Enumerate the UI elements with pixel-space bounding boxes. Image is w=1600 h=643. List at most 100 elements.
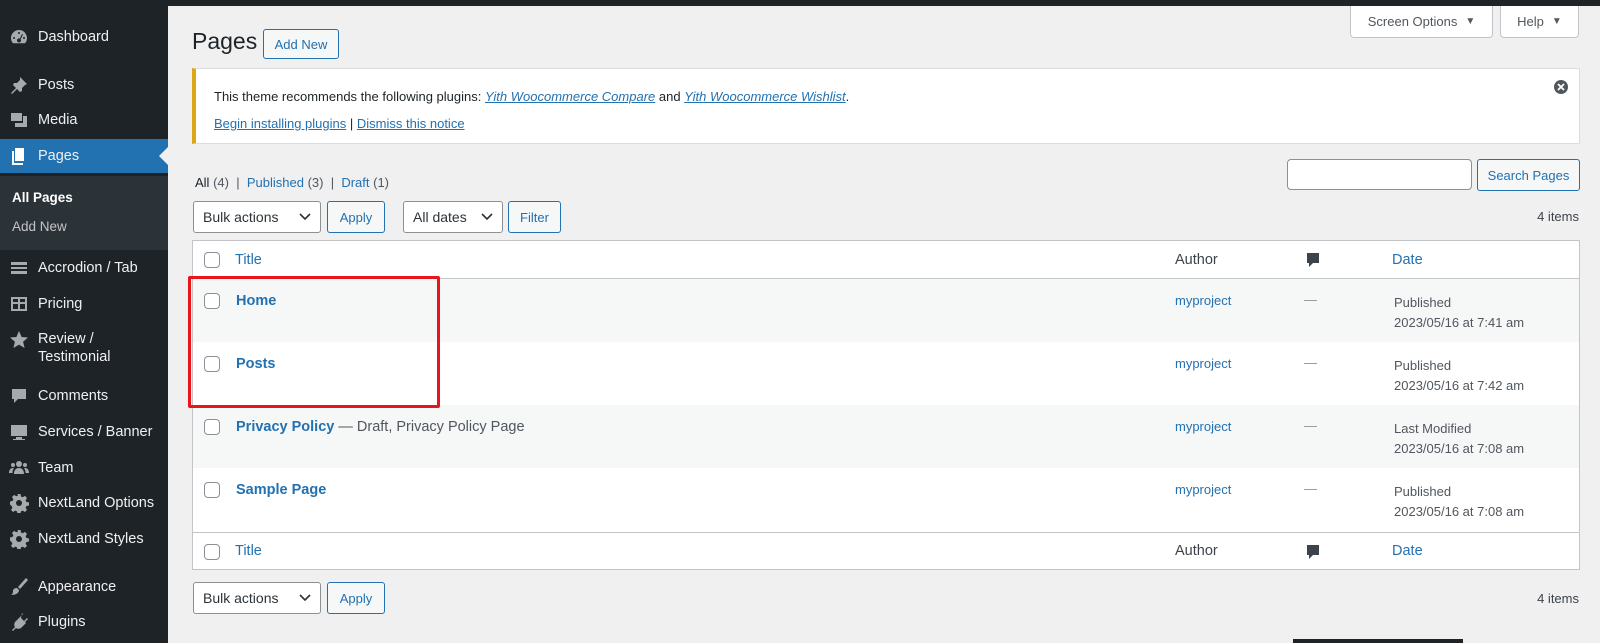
highlight-box [188, 276, 440, 408]
begin-installing-link[interactable]: Begin installing plugins [214, 116, 346, 131]
sidebar-item-dashboard[interactable]: Dashboard [0, 20, 168, 54]
row-author-link[interactable]: myproject [1175, 356, 1231, 371]
sidebar-item-nextland-styles[interactable]: NextLand Styles [0, 522, 168, 556]
filter-draft[interactable]: Draft [341, 175, 369, 190]
sidebar-item-label: Services / Banner [38, 424, 153, 440]
items-count-bottom: 4 items [1537, 591, 1579, 606]
sidebar-item-pricing[interactable]: Pricing [0, 287, 168, 321]
bulk-actions-label: Bulk actions [203, 590, 279, 606]
filter-all-count: (4) [213, 175, 229, 190]
row-date: Published 2023/05/16 at 7:41 am [1394, 293, 1524, 333]
row-status: Published [1394, 358, 1452, 373]
column-title-header[interactable]: Title [235, 252, 262, 268]
sidebar-item-plugins[interactable]: Plugins [0, 605, 168, 639]
submenu-all-pages[interactable]: All Pages [12, 190, 73, 205]
brush-icon [9, 577, 29, 597]
column-author-header: Author [1175, 252, 1218, 268]
sidebar-item-posts[interactable]: Posts [0, 68, 168, 102]
sidebar-item-review-testimonial[interactable]: Review / Testimonial [0, 326, 168, 370]
table-footer-row: Title Author Date [193, 532, 1579, 570]
comment-icon[interactable] [1305, 252, 1321, 268]
row-checkbox[interactable] [204, 419, 220, 435]
row-status: Published [1394, 295, 1452, 310]
apply-button-bottom[interactable]: Apply [327, 582, 385, 614]
sidebar-item-label: Posts [38, 77, 75, 93]
row-comments: — [1304, 481, 1317, 496]
gear-icon [9, 493, 29, 513]
row-author-link[interactable]: myproject [1175, 482, 1231, 497]
row-date: Published 2023/05/16 at 7:42 am [1394, 356, 1524, 396]
services-icon [9, 422, 29, 442]
screen-options-label: Screen Options [1367, 14, 1458, 29]
accordion-icon [9, 258, 29, 278]
row-checkbox[interactable] [204, 482, 220, 498]
row-title-link[interactable]: Sample Page [236, 482, 326, 498]
sidebar-item-label: Pages [38, 148, 80, 164]
row-author-link[interactable]: myproject [1175, 419, 1231, 434]
sidebar-item-label: Dashboard [38, 29, 109, 45]
dismiss-notice-link[interactable]: Dismiss this notice [357, 116, 465, 131]
row-datetime: 2023/05/16 at 7:42 am [1394, 378, 1525, 393]
filter-button[interactable]: Filter [508, 201, 561, 233]
plugin-link-wishlist[interactable]: Yith Woocommerce Wishlist [684, 89, 845, 104]
search-input[interactable] [1287, 159, 1472, 190]
column-date-footer[interactable]: Date [1392, 543, 1423, 559]
column-date-header[interactable]: Date [1392, 252, 1423, 268]
select-all-checkbox[interactable] [204, 252, 220, 268]
row-author-link[interactable]: myproject [1175, 293, 1231, 308]
help-button[interactable]: Help ▼ [1500, 6, 1579, 38]
filter-published[interactable]: Published [247, 175, 304, 190]
media-icon [9, 110, 29, 130]
plugin-link-compare[interactable]: Yith Woocommerce Compare [485, 89, 655, 104]
review-label-line1: Review / [38, 331, 94, 347]
sidebar-item-label: Appearance [38, 579, 117, 595]
sidebar-item-comments[interactable]: Comments [0, 379, 168, 413]
sidebar-item-label: NextLand Styles [38, 531, 144, 547]
sidebar-item-appearance[interactable]: Appearance [0, 570, 168, 604]
admin-sidebar: Dashboard Posts Media Pages All Pages Ad… [0, 0, 168, 643]
star-icon [9, 330, 29, 350]
sidebar-item-services-banner[interactable]: Services / Banner [0, 415, 168, 449]
row-comments: — [1304, 355, 1317, 370]
sidebar-item-label: Media [38, 112, 78, 128]
sidebar-item-label: Plugins [38, 614, 86, 630]
bulk-actions-select[interactable]: Bulk actions [193, 201, 321, 233]
bottom-overlay-bar [1293, 639, 1463, 643]
submenu-add-new[interactable]: Add New [12, 219, 67, 234]
notice-separator: | [349, 116, 354, 131]
filter-published-count: (3) [307, 175, 324, 190]
row-title-link[interactable]: Privacy Policy — Draft, Privacy Policy P… [236, 419, 525, 435]
bulk-actions-select-bottom[interactable]: Bulk actions [193, 582, 321, 614]
plugin-recommendation-notice: This theme recommends the following plug… [192, 68, 1580, 144]
filter-all[interactable]: All [195, 175, 209, 190]
date-filter-select[interactable]: All dates [403, 201, 503, 233]
page-title: Pages [192, 28, 258, 54]
row-datetime: 2023/05/16 at 7:08 am [1394, 441, 1525, 456]
select-all-checkbox[interactable] [204, 544, 220, 560]
notice-text: This theme recommends the following plug… [214, 89, 482, 104]
sidebar-item-accordion-tab[interactable]: Accrodion / Tab [0, 251, 168, 285]
comment-icon [9, 386, 29, 406]
sidebar-item-nextland-options[interactable]: NextLand Options [0, 486, 168, 520]
sidebar-item-label: Pricing [38, 296, 83, 312]
add-new-button[interactable]: Add New [263, 29, 339, 59]
column-title-footer[interactable]: Title [235, 543, 262, 559]
notice-and: and [658, 89, 681, 104]
row-date: Last Modified 2023/05/16 at 7:08 am [1394, 419, 1524, 459]
notice-message: This theme recommends the following plug… [214, 89, 849, 104]
page-title-text: Privacy Policy [236, 419, 335, 435]
sidebar-item-media[interactable]: Media [0, 103, 168, 137]
comment-icon[interactable] [1305, 544, 1321, 560]
sidebar-item-pages[interactable]: Pages [0, 139, 168, 173]
close-icon[interactable] [1553, 79, 1569, 95]
search-pages-button[interactable]: Search Pages [1477, 159, 1580, 191]
bulk-actions-label: Bulk actions [203, 209, 279, 225]
team-icon [9, 458, 29, 478]
table-row: Sample Page myproject — Published 2023/05… [193, 468, 1579, 531]
column-author-footer: Author [1175, 543, 1218, 559]
apply-button[interactable]: Apply [327, 201, 385, 233]
sidebar-item-team[interactable]: Team [0, 451, 168, 485]
screen-options-button[interactable]: Screen Options ▼ [1350, 6, 1493, 38]
row-datetime: 2023/05/16 at 7:08 am [1394, 504, 1525, 519]
sidebar-item-label: Accrodion / Tab [38, 260, 138, 276]
